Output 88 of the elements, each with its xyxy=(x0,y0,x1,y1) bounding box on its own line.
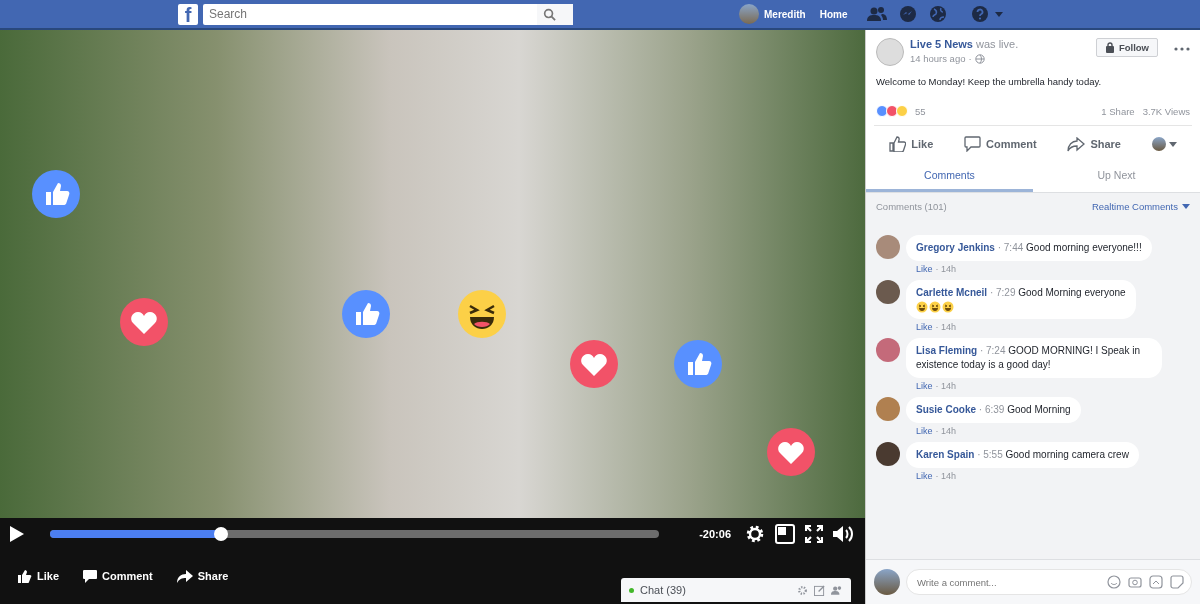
page-name-link[interactable]: Live 5 News xyxy=(910,38,973,50)
share-icon xyxy=(176,569,193,583)
comment-age: · 14h xyxy=(935,426,957,436)
comment-text: Lisa Fleming · 7:24 GOOD MORNING! I Speak in existence today is a good day! xyxy=(916,344,1141,372)
comments-count: Comments (101) xyxy=(876,201,947,212)
globe-icon[interactable] xyxy=(929,5,948,23)
more-options-icon[interactable] xyxy=(1174,47,1190,51)
share-count[interactable]: 1 Share xyxy=(1101,105,1135,117)
avatar-icon xyxy=(876,442,900,466)
like-link[interactable]: Like xyxy=(916,264,933,274)
chat-bar[interactable]: Chat (39) xyxy=(621,578,851,602)
comment-text: Gregory Jenkins · 7:44 Good morning everyone!!! xyxy=(916,241,1142,255)
comment-age: · 14h xyxy=(935,381,957,391)
commenter-link[interactable]: Susie Cooke xyxy=(916,404,977,415)
avatar-icon xyxy=(876,235,900,259)
reaction-count[interactable]: 55 xyxy=(915,105,926,117)
sort-dropdown[interactable]: Realtime Comments xyxy=(1091,201,1190,212)
profile-link[interactable]: Meredith xyxy=(739,4,806,24)
like-button[interactable]: Like xyxy=(889,136,934,152)
user-name: Meredith xyxy=(764,8,806,20)
comment-button[interactable]: Comment xyxy=(964,136,1037,152)
avatar-icon xyxy=(876,280,900,304)
comment-button[interactable]: Comment xyxy=(83,569,153,583)
volume-icon[interactable] xyxy=(833,525,855,543)
thumbs-up-icon xyxy=(889,136,907,152)
like-link[interactable]: Like xyxy=(916,426,933,436)
separator-dot: · xyxy=(968,53,972,64)
commenter-link[interactable]: Lisa Fleming xyxy=(916,345,978,356)
avatar-icon xyxy=(876,397,900,421)
reaction-icons xyxy=(876,105,910,117)
seek-bar[interactable] xyxy=(50,530,660,538)
comment-field[interactable]: Write a comment... xyxy=(906,569,1192,595)
caret-icon[interactable] xyxy=(995,11,1004,17)
avatar-icon xyxy=(876,338,900,362)
gif-icon[interactable] xyxy=(1149,575,1163,589)
sticker-icon[interactable] xyxy=(1170,575,1184,589)
help-icon[interactable] xyxy=(971,5,990,23)
people-icon[interactable] xyxy=(831,584,843,596)
fullscreen-icon[interactable] xyxy=(805,525,823,543)
share-icon xyxy=(1067,136,1086,152)
comment-age: · 14h xyxy=(935,322,957,332)
post-status: was live. xyxy=(976,38,1019,50)
post-time[interactable]: 14 hours ago xyxy=(910,53,966,64)
compose-icon[interactable] xyxy=(814,584,825,596)
picture-in-picture-icon[interactable] xyxy=(775,524,795,544)
search-field[interactable]: Search xyxy=(203,3,537,25)
lock-icon xyxy=(1104,42,1115,53)
caret-icon xyxy=(1168,141,1177,147)
tab[interactable]: Up Next xyxy=(1033,162,1200,192)
caret-icon xyxy=(1182,204,1190,209)
messenger-icon[interactable] xyxy=(899,5,918,23)
comment-age: · 14h xyxy=(935,264,957,274)
comment-icon xyxy=(83,569,97,583)
comment-icon xyxy=(964,136,981,152)
commenter-link[interactable]: Carlette Mcneil xyxy=(916,287,988,298)
play-icon[interactable] xyxy=(10,526,24,542)
avatar-icon xyxy=(1151,137,1166,151)
like-link[interactable]: Like xyxy=(916,381,933,391)
avatar-icon xyxy=(874,569,900,595)
audience-selector[interactable] xyxy=(1151,137,1177,151)
friends-icon[interactable] xyxy=(867,6,888,22)
like-button[interactable]: Like xyxy=(18,569,59,583)
comment-age: · 14h xyxy=(935,471,957,481)
share-button[interactable]: Share xyxy=(176,569,229,583)
seek-handle[interactable] xyxy=(213,527,228,541)
facebook-logo[interactable]: f xyxy=(178,3,198,25)
emoji-icon[interactable] xyxy=(1107,575,1121,589)
like-link[interactable]: Like xyxy=(916,322,933,332)
view-count: 3.7K Views xyxy=(1142,105,1190,117)
share-button[interactable]: Share xyxy=(1067,136,1121,152)
avatar-icon xyxy=(739,4,759,24)
search-icon xyxy=(542,7,556,21)
search-button[interactable] xyxy=(537,3,573,25)
commenter-link[interactable]: Karen Spain xyxy=(916,449,975,460)
globe-icon xyxy=(974,53,985,64)
chat-label: Chat (39) xyxy=(640,584,687,596)
time-remaining: -20:06 xyxy=(699,528,731,540)
camera-icon[interactable] xyxy=(1128,575,1142,589)
home-link[interactable]: Home xyxy=(819,8,848,20)
follow-button[interactable]: Follow xyxy=(1095,38,1158,57)
page-logo[interactable] xyxy=(876,38,904,66)
comment-text: Susie Cooke · 6:39 Good Morning xyxy=(916,403,1071,417)
like-link[interactable]: Like xyxy=(916,471,933,481)
post-text: Welcome to Monday! Keep the umbrella handy today. xyxy=(875,75,1103,87)
thumbs-up-icon xyxy=(18,569,32,583)
comment-text: Carlette Mcneil · 7:29 Good Morning everyone xyxy=(916,286,1126,300)
comment-text: Karen Spain · 5:55 Good morning camera crew xyxy=(916,448,1129,462)
commenter-link[interactable]: Gregory Jenkins xyxy=(916,242,995,253)
